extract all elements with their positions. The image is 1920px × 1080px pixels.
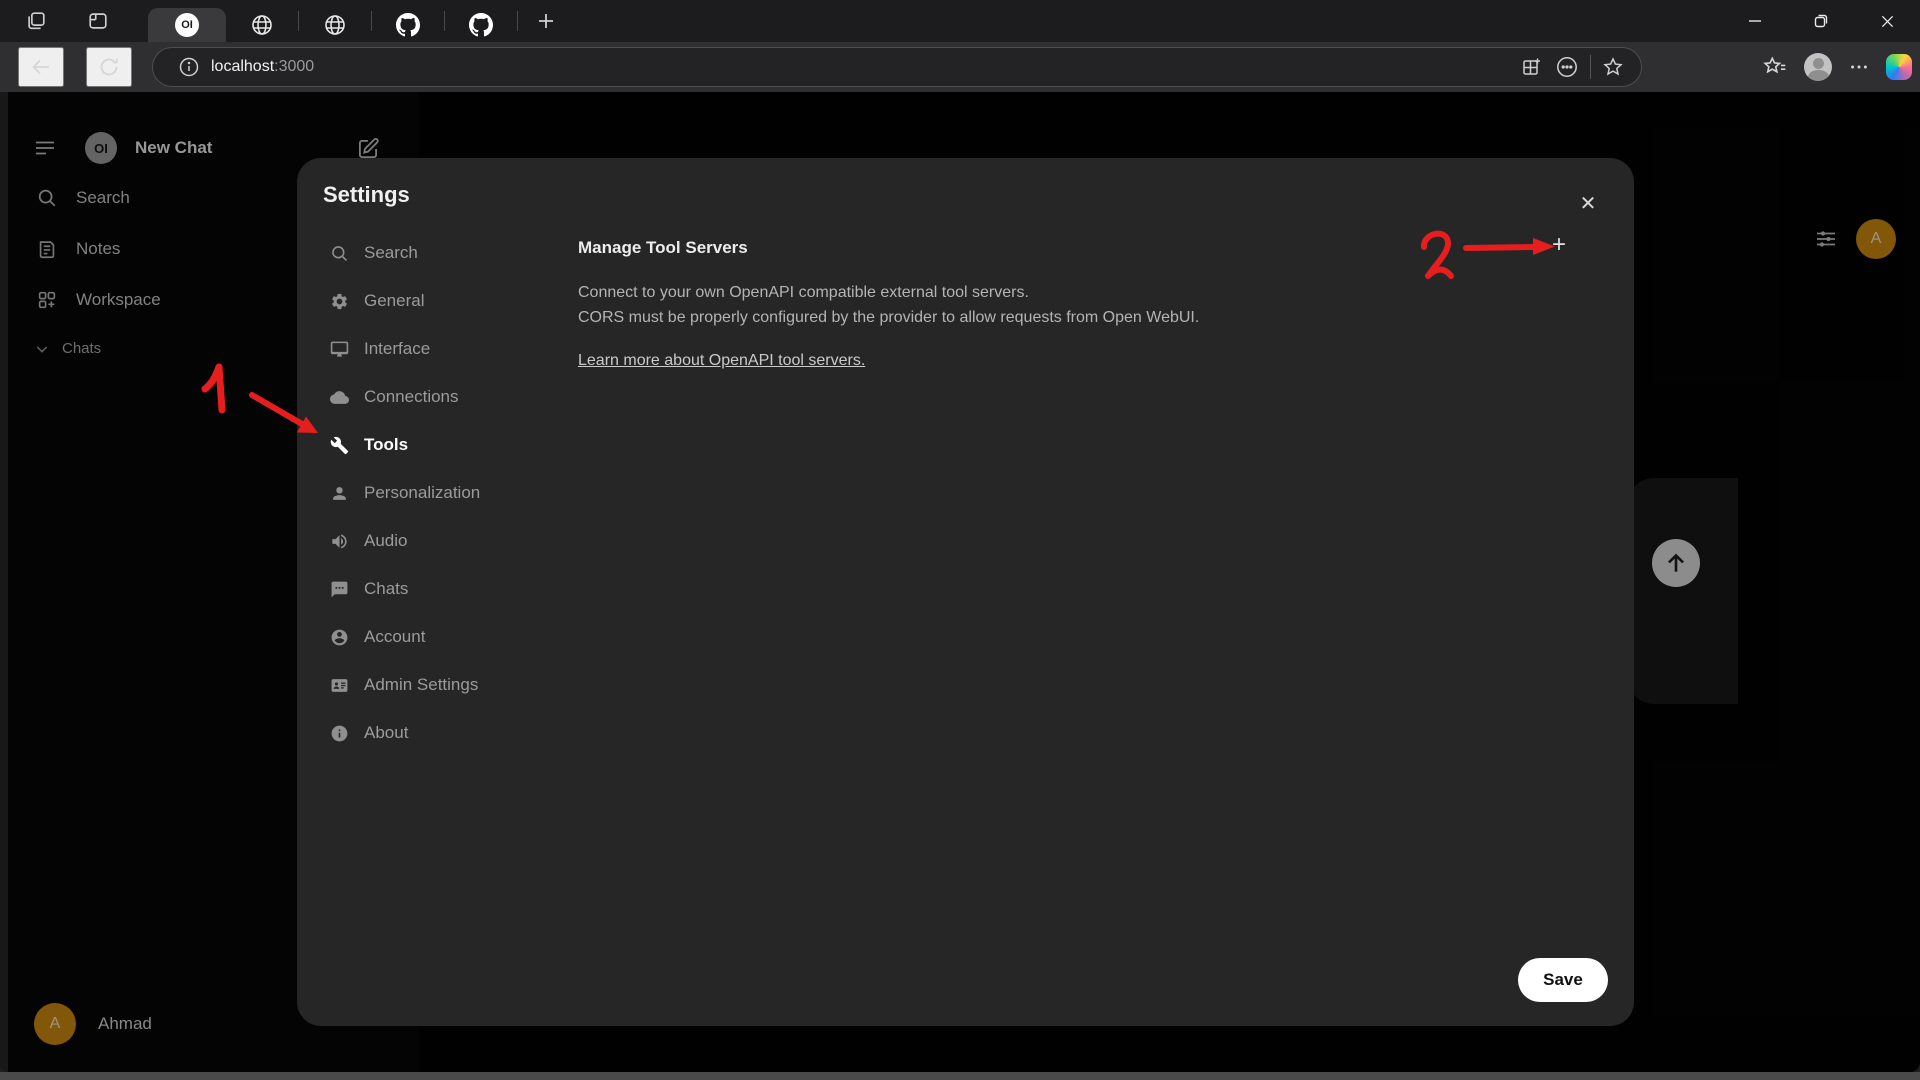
- settings-nav-search[interactable]: Search: [317, 233, 567, 273]
- bottom-scrollbar[interactable]: [0, 1072, 1920, 1080]
- browser-window: OI: [0, 0, 1920, 1080]
- search-icon: [329, 243, 349, 263]
- close-icon: [1880, 14, 1895, 29]
- manage-tool-servers-heading: Manage Tool Servers: [578, 238, 748, 258]
- restore-icon: [1813, 13, 1829, 29]
- tools-settings-content: Manage Tool Servers + Connect to your ow…: [578, 238, 1608, 370]
- copilot-icon[interactable]: [1886, 54, 1912, 80]
- speaker-icon: [329, 531, 349, 551]
- settings-nav-label: About: [364, 723, 408, 743]
- settings-nav-label: General: [364, 291, 424, 311]
- person-icon: [329, 483, 349, 503]
- workspaces-icon: [25, 10, 47, 32]
- tab-workspaces-button[interactable]: [14, 4, 58, 38]
- favorite-star-icon[interactable]: [1601, 55, 1625, 79]
- tool-servers-description-line1: Connect to your own OpenAPI compatible e…: [578, 280, 1608, 305]
- minimize-icon: [1747, 13, 1763, 29]
- tab-github-2[interactable]: [445, 8, 517, 42]
- wrench-icon: [329, 435, 349, 455]
- toolbar-menu-icon[interactable]: [1848, 56, 1870, 78]
- settings-nav-tools[interactable]: Tools: [317, 425, 567, 465]
- settings-nav-audio[interactable]: Audio: [317, 521, 567, 561]
- settings-modal: Settings ✕ Search General: [297, 158, 1634, 1026]
- browser-toolbar: localhost:3000: [0, 42, 1920, 92]
- browser-profile-avatar[interactable]: [1804, 53, 1832, 81]
- openwebui-favicon: OI: [175, 13, 199, 37]
- settings-nav: Search General Interface: [317, 233, 567, 753]
- close-window-button[interactable]: [1854, 0, 1920, 42]
- tab-globe-1[interactable]: [226, 8, 298, 42]
- avatar-head: [1813, 58, 1824, 69]
- save-button[interactable]: Save: [1518, 958, 1608, 1002]
- toolbar-right: [1762, 47, 1912, 87]
- settings-nav-label: Interface: [364, 339, 430, 359]
- settings-nav-personalization[interactable]: Personalization: [317, 473, 567, 513]
- back-button[interactable]: [18, 47, 64, 87]
- openapi-learn-more-link[interactable]: Learn more about OpenAPI tool servers.: [578, 352, 865, 370]
- globe-icon: [250, 13, 274, 37]
- url-port: :3000: [274, 58, 314, 76]
- settings-nav-label: Audio: [364, 531, 407, 551]
- settings-nav-label: Search: [364, 243, 418, 263]
- settings-nav-account[interactable]: Account: [317, 617, 567, 657]
- site-info-icon[interactable]: [177, 55, 201, 79]
- openwebui-app: OI New Chat Search: [0, 92, 1920, 1072]
- id-badge-icon: [329, 675, 349, 695]
- settings-nav-admin-settings[interactable]: Admin Settings: [317, 665, 567, 705]
- tool-servers-description-line2: CORS must be properly configured by the …: [578, 305, 1608, 330]
- settings-nav-label: Account: [364, 627, 425, 647]
- settings-nav-label: Connections: [364, 387, 459, 407]
- tab-globe-2[interactable]: [299, 8, 371, 42]
- split-screen-icon[interactable]: [1520, 55, 1544, 79]
- settings-nav-label: Personalization: [364, 483, 480, 503]
- settings-close-button[interactable]: ✕: [1569, 184, 1607, 222]
- settings-nav-about[interactable]: About: [317, 713, 567, 753]
- chat-bubble-icon: [329, 579, 349, 599]
- minimize-button[interactable]: [1722, 0, 1788, 42]
- new-tab-button[interactable]: [524, 4, 568, 38]
- info-icon: [329, 723, 349, 743]
- vertical-tabs-button[interactable]: [76, 4, 120, 38]
- settings-nav-label: Admin Settings: [364, 675, 478, 695]
- gear-icon: [329, 291, 349, 311]
- settings-title: Settings: [323, 182, 410, 208]
- settings-nav-label: Chats: [364, 579, 408, 599]
- back-arrow-icon: [29, 55, 53, 79]
- cloud-icon: [329, 387, 349, 407]
- ellipsis-circle-icon[interactable]: [1554, 54, 1580, 80]
- monitor-icon: [329, 339, 349, 359]
- vertical-tabs-icon: [87, 10, 109, 32]
- settings-nav-label: Tools: [364, 435, 408, 455]
- favorites-bar-icon[interactable]: [1762, 54, 1788, 80]
- globe-icon: [323, 13, 347, 37]
- settings-nav-interface[interactable]: Interface: [317, 329, 567, 369]
- url-host: localhost: [211, 58, 274, 76]
- tab-separator: [517, 11, 518, 31]
- refresh-button[interactable]: [86, 47, 132, 87]
- window-controls: [1722, 0, 1920, 42]
- settings-nav-chats[interactable]: Chats: [317, 569, 567, 609]
- avatar-body: [1808, 70, 1829, 81]
- tab-openwebui[interactable]: OI: [148, 8, 226, 42]
- tab-github-1[interactable]: [372, 8, 444, 42]
- settings-nav-connections[interactable]: Connections: [317, 377, 567, 417]
- github-icon: [469, 13, 493, 37]
- plus-icon: [536, 11, 556, 31]
- refresh-icon: [97, 55, 121, 79]
- address-bar[interactable]: localhost:3000: [152, 47, 1642, 87]
- settings-nav-general[interactable]: General: [317, 281, 567, 321]
- restore-button[interactable]: [1788, 0, 1854, 42]
- account-circle-icon: [329, 627, 349, 647]
- address-bar-divider: [1590, 55, 1591, 79]
- add-tool-server-button[interactable]: +: [1540, 226, 1578, 264]
- github-icon: [396, 13, 420, 37]
- browser-tab-strip: OI: [0, 0, 1920, 42]
